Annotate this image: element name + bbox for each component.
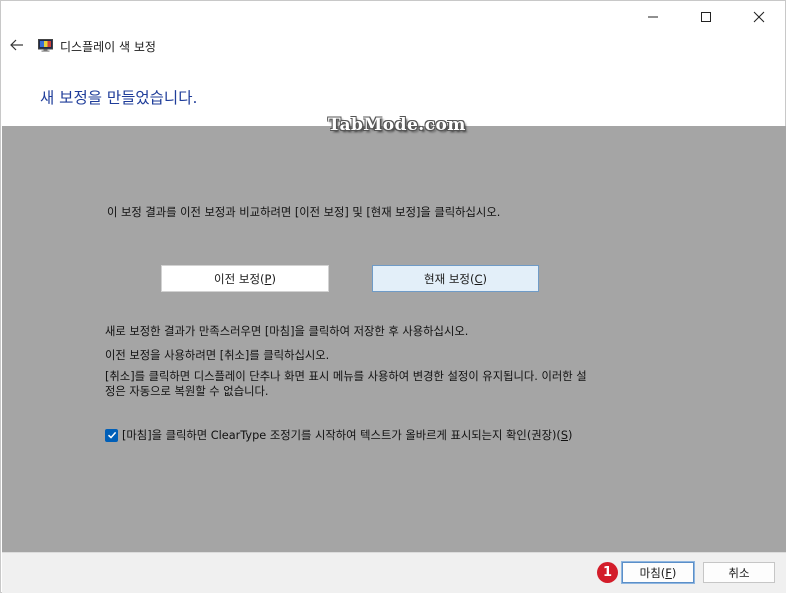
close-button[interactable]: [732, 1, 785, 33]
page-heading: 새 보정을 만들었습니다.: [40, 89, 198, 107]
window-title: 디스플레이 색 보정: [60, 40, 156, 54]
color-calibration-window: 디스플레이 색 보정 새 보정을 만들었습니다. TabMode.com 이 보…: [0, 0, 786, 593]
finish-button[interactable]: 마침(F): [621, 561, 695, 584]
minimize-button[interactable]: [626, 1, 679, 33]
finish-info-text: 새로 보정한 결과가 만족스러우면 [마침]을 클릭하여 저장한 후 사용하십시…: [105, 325, 469, 338]
close-icon: [753, 11, 764, 23]
current-calibration-label: 현재 보정(: [424, 271, 475, 286]
display-color-icon: [38, 39, 53, 52]
step-badge: 1: [597, 562, 618, 583]
previous-calibration-label: 이전 보정(: [214, 271, 265, 286]
current-calibration-button[interactable]: 현재 보정(C): [372, 265, 539, 292]
previous-calibration-mnemonic: P: [264, 271, 272, 286]
cancel-label: 취소: [728, 565, 750, 580]
content-panel: [2, 126, 786, 552]
cleartype-label-close: ): [568, 429, 573, 442]
minimize-icon: [647, 16, 658, 18]
checkmark-icon: [107, 431, 116, 439]
cleartype-checkbox-label: [마침]을 클릭하면 ClearType 조정기를 시작하여 텍스트가 올바르게…: [122, 427, 572, 443]
cleartype-checkbox[interactable]: [105, 428, 118, 442]
compare-instruction: 이 보정 결과를 이전 보정과 비교하려면 [이전 보정] 및 [현재 보정]을…: [107, 206, 501, 219]
cancel-info-text: 이전 보정을 사용하려면 [취소]를 클릭하십시오.: [105, 349, 330, 362]
maximize-button[interactable]: [679, 1, 732, 33]
back-arrow-icon: [10, 39, 23, 51]
cancel-button[interactable]: 취소: [703, 562, 775, 583]
note-text-line1: [취소]를 클릭하면 디스플레이 단추나 화면 표시 메뉴를 사용하여 변경한 …: [105, 370, 587, 383]
current-calibration-close: ): [482, 271, 488, 286]
back-button[interactable]: [7, 35, 27, 55]
previous-calibration-button[interactable]: 이전 보정(P): [161, 265, 329, 292]
watermark-logo: TabMode.com: [328, 115, 466, 135]
finish-close: ): [671, 565, 677, 580]
finish-label: 마침(: [639, 565, 666, 580]
cleartype-label-text: [마침]을 클릭하면 ClearType 조정기를 시작하여 텍스트가 올바르게…: [122, 429, 561, 442]
maximize-icon: [700, 12, 711, 22]
cleartype-option[interactable]: [마침]을 클릭하면 ClearType 조정기를 시작하여 텍스트가 올바르게…: [105, 427, 572, 443]
finish-mnemonic: F: [665, 565, 672, 580]
previous-calibration-close: ): [271, 271, 276, 286]
current-calibration-mnemonic: C: [474, 271, 483, 286]
note-text-line2: 정은 자동으로 복원할 수 없습니다.: [105, 385, 269, 398]
caption-buttons: [626, 1, 785, 33]
cleartype-mnemonic: S: [560, 429, 569, 442]
